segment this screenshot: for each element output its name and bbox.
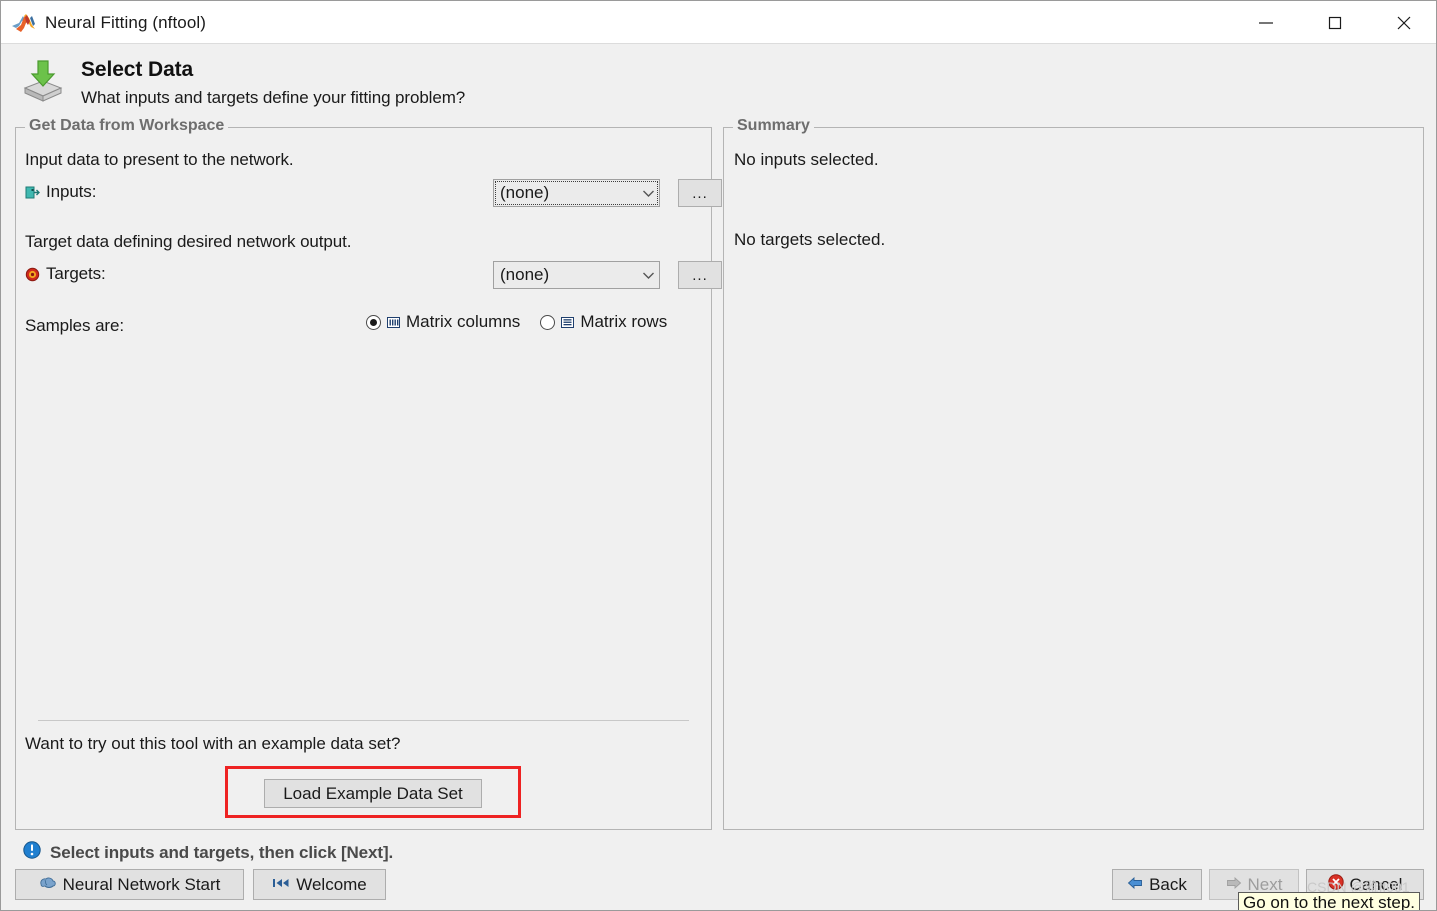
matlab-membrane-icon	[11, 12, 37, 34]
welcome-label: Welcome	[296, 874, 367, 894]
minimize-icon	[1257, 17, 1275, 29]
radio-matrix-columns[interactable]: Matrix columns	[366, 312, 520, 332]
targets-row: Targets:	[25, 264, 106, 284]
info-icon	[23, 841, 41, 864]
inputs-select[interactable]: (none)	[493, 179, 660, 207]
skip-back-icon	[272, 875, 290, 895]
inputs-browse-button[interactable]: ...	[678, 179, 722, 207]
load-example-data-set-button[interactable]: Load Example Data Set	[264, 779, 482, 808]
targets-select[interactable]: (none)	[493, 261, 660, 289]
summary-panel-title: Summary	[733, 117, 814, 135]
window-titlebar: Neural Fitting (nftool)	[1, 1, 1436, 44]
minimize-button[interactable]	[1231, 1, 1300, 44]
nftool-window: Neural Fitting (nftool) Select Data What…	[0, 0, 1437, 911]
samples-label: Samples are:	[25, 316, 124, 335]
inputs-select-value: (none)	[500, 183, 550, 202]
page-header: Select Data What inputs and targets defi…	[1, 44, 1436, 120]
samples-orientation-radiogroup: Matrix columns Matrix rows	[366, 312, 667, 332]
brain-icon	[39, 875, 57, 895]
back-label: Back	[1149, 874, 1187, 894]
left-panel-title: Get Data from Workspace	[25, 117, 229, 135]
inputs-row: Inputs:	[25, 182, 96, 202]
targets-browse-button[interactable]: ...	[678, 261, 722, 289]
import-data-icon	[19, 57, 67, 105]
input-description: Input data to present to the network.	[25, 150, 294, 169]
target-bullseye-icon	[25, 267, 40, 282]
close-icon	[1395, 14, 1413, 32]
radio-matrix-rows[interactable]: Matrix rows	[540, 312, 667, 332]
matrix-columns-icon	[386, 315, 401, 330]
status-bar: Select inputs and targets, then click [N…	[23, 841, 393, 864]
example-separator	[38, 720, 689, 721]
maximize-icon	[1327, 15, 1343, 31]
chevron-down-icon	[637, 271, 659, 280]
back-button[interactable]: Back	[1112, 869, 1202, 900]
get-data-from-workspace-panel: Get Data from Workspace Input data to pr…	[15, 117, 722, 830]
welcome-button[interactable]: Welcome	[253, 869, 386, 900]
window-title: Neural Fitting (nftool)	[45, 12, 207, 32]
close-button[interactable]	[1369, 1, 1436, 44]
maximize-button[interactable]	[1300, 1, 1369, 44]
titlebar-left-group: Neural Fitting (nftool)	[11, 1, 206, 44]
page-subtitle: What inputs and targets define your fitt…	[81, 88, 466, 107]
chevron-down-icon	[637, 189, 659, 198]
radio-matrix-columns-label: Matrix columns	[406, 312, 521, 331]
neural-network-start-button[interactable]: Neural Network Start	[15, 869, 244, 900]
inputs-label: Inputs:	[46, 182, 97, 201]
footer-left-buttons: Neural Network Start Welcome	[15, 869, 386, 900]
example-question: Want to try out this tool with an exampl…	[25, 734, 401, 753]
radio-indicator	[366, 314, 381, 330]
targets-select-value: (none)	[500, 265, 550, 284]
radio-indicator	[540, 314, 556, 330]
window-controls	[1231, 1, 1436, 44]
target-description: Target data defining desired network out…	[25, 232, 352, 251]
matrix-rows-icon	[560, 315, 575, 330]
status-message: Select inputs and targets, then click [N…	[50, 842, 394, 862]
neural-network-start-label: Neural Network Start	[62, 874, 221, 894]
page-title: Select Data	[81, 58, 194, 81]
arrow-left-icon	[1127, 875, 1143, 895]
summary-inputs-text: No inputs selected.	[734, 150, 879, 169]
radio-matrix-rows-label: Matrix rows	[580, 312, 668, 331]
input-port-icon	[25, 185, 40, 200]
summary-panel: Summary No inputs selected. No targets s…	[723, 117, 1424, 830]
targets-label: Targets:	[46, 264, 106, 283]
next-button-tooltip: Go on to the next step.	[1238, 892, 1421, 910]
summary-targets-text: No targets selected.	[734, 230, 886, 249]
